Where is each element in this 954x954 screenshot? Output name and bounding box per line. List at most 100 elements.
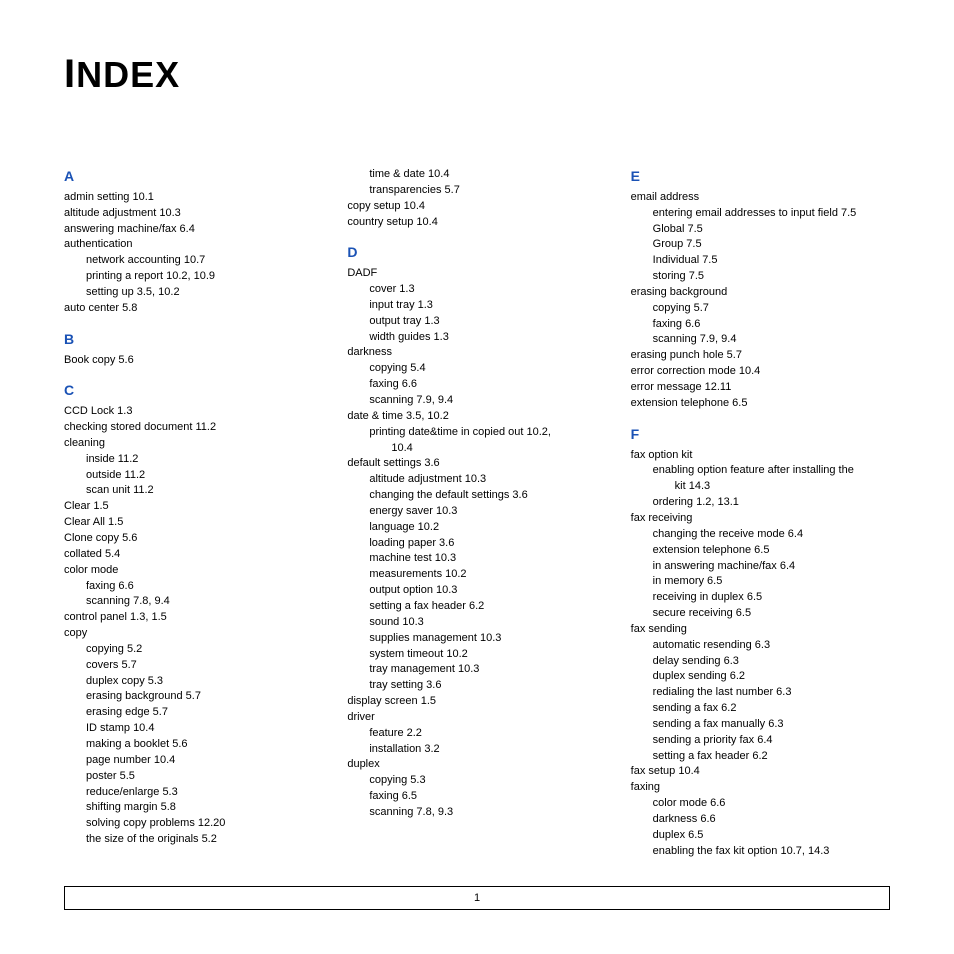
index-entry: entering email addresses to input field … <box>631 206 890 221</box>
index-entry: email address <box>631 190 890 205</box>
index-letter-heading: E <box>631 167 890 186</box>
index-entry: faxing <box>631 780 890 795</box>
index-entry: solving copy problems 12.20 <box>64 816 323 831</box>
index-entry: erasing edge 5.7 <box>64 705 323 720</box>
index-column: time & date 10.4transparencies 5.7copy s… <box>347 167 606 860</box>
index-entry: Clone copy 5.6 <box>64 531 323 546</box>
index-entry: faxing 6.6 <box>64 579 323 594</box>
index-entry: Global 7.5 <box>631 222 890 237</box>
index-entry: output option 10.3 <box>347 583 606 598</box>
index-entry: extension telephone 6.5 <box>631 396 890 411</box>
index-entry: transparencies 5.7 <box>347 183 606 198</box>
index-entry: energy saver 10.3 <box>347 504 606 519</box>
index-entry: time & date 10.4 <box>347 167 606 182</box>
index-entry: error correction mode 10.4 <box>631 364 890 379</box>
index-letter-heading: B <box>64 330 323 349</box>
index-entry: redialing the last number 6.3 <box>631 685 890 700</box>
index-entry: cover 1.3 <box>347 282 606 297</box>
index-entry: outside 11.2 <box>64 468 323 483</box>
index-entry: color mode <box>64 563 323 578</box>
index-entry: loading paper 3.6 <box>347 536 606 551</box>
index-entry: answering machine/fax 6.4 <box>64 222 323 237</box>
index-entry: page number 10.4 <box>64 753 323 768</box>
index-entry: supplies management 10.3 <box>347 631 606 646</box>
index-entry: erasing punch hole 5.7 <box>631 348 890 363</box>
index-letter-heading: F <box>631 425 890 444</box>
index-entry: ID stamp 10.4 <box>64 721 323 736</box>
index-entry: printing date&time in copied out 10.2, <box>347 425 606 440</box>
index-entry: sending a priority fax 6.4 <box>631 733 890 748</box>
index-entry: authentication <box>64 237 323 252</box>
index-entry: duplex copy 5.3 <box>64 674 323 689</box>
index-entry: copying 5.7 <box>631 301 890 316</box>
index-entry: country setup 10.4 <box>347 215 606 230</box>
index-entry: language 10.2 <box>347 520 606 535</box>
index-entry: fax option kit <box>631 448 890 463</box>
index-entry: covers 5.7 <box>64 658 323 673</box>
index-entry: input tray 1.3 <box>347 298 606 313</box>
index-entry: faxing 6.5 <box>347 789 606 804</box>
index-entry: Clear All 1.5 <box>64 515 323 530</box>
index-entry: default settings 3.6 <box>347 456 606 471</box>
index-entry: sending a fax manually 6.3 <box>631 717 890 732</box>
index-entry: setting a fax header 6.2 <box>631 749 890 764</box>
index-entry: display screen 1.5 <box>347 694 606 709</box>
page-number: 1 <box>474 892 480 904</box>
index-entry: enabling option feature after installing… <box>631 463 890 478</box>
index-entry: automatic resending 6.3 <box>631 638 890 653</box>
index-columns: Aadmin setting 10.1altitude adjustment 1… <box>64 167 890 860</box>
index-entry: making a booklet 5.6 <box>64 737 323 752</box>
index-entry: setting a fax header 6.2 <box>347 599 606 614</box>
page-title: INDEX <box>64 52 890 97</box>
index-entry: Group 7.5 <box>631 237 890 252</box>
index-entry: machine test 10.3 <box>347 551 606 566</box>
index-entry: cleaning <box>64 436 323 451</box>
index-entry: copy <box>64 626 323 641</box>
index-entry: changing the default settings 3.6 <box>347 488 606 503</box>
index-entry: secure receiving 6.5 <box>631 606 890 621</box>
index-letter-heading: A <box>64 167 323 186</box>
index-entry: duplex <box>347 757 606 772</box>
index-entry: fax sending <box>631 622 890 637</box>
index-column: Aadmin setting 10.1altitude adjustment 1… <box>64 167 323 860</box>
index-entry: kit 14.3 <box>631 479 890 494</box>
index-entry: altitude adjustment 10.3 <box>64 206 323 221</box>
index-entry: collated 5.4 <box>64 547 323 562</box>
index-entry: altitude adjustment 10.3 <box>347 472 606 487</box>
index-entry: printing a report 10.2, 10.9 <box>64 269 323 284</box>
index-entry: Clear 1.5 <box>64 499 323 514</box>
index-entry: extension telephone 6.5 <box>631 543 890 558</box>
index-entry: duplex sending 6.2 <box>631 669 890 684</box>
index-entry: storing 7.5 <box>631 269 890 284</box>
index-entry: enabling the fax kit option 10.7, 14.3 <box>631 844 890 859</box>
title-rest: NDEX <box>76 54 180 95</box>
index-entry: feature 2.2 <box>347 726 606 741</box>
index-entry: scan unit 11.2 <box>64 483 323 498</box>
index-entry: copy setup 10.4 <box>347 199 606 214</box>
index-entry: faxing 6.6 <box>347 377 606 392</box>
index-entry: width guides 1.3 <box>347 330 606 345</box>
index-entry: scanning 7.8, 9.3 <box>347 805 606 820</box>
index-entry: driver <box>347 710 606 725</box>
index-entry: copying 5.4 <box>347 361 606 376</box>
index-entry: scanning 7.8, 9.4 <box>64 594 323 609</box>
index-entry: erasing background <box>631 285 890 300</box>
index-entry: receiving in duplex 6.5 <box>631 590 890 605</box>
index-entry: erasing background 5.7 <box>64 689 323 704</box>
index-entry: network accounting 10.7 <box>64 253 323 268</box>
index-entry: auto center 5.8 <box>64 301 323 316</box>
index-entry: poster 5.5 <box>64 769 323 784</box>
index-entry: in answering machine/fax 6.4 <box>631 559 890 574</box>
index-entry: darkness 6.6 <box>631 812 890 827</box>
index-entry: the size of the originals 5.2 <box>64 832 323 847</box>
index-column: Eemail addressentering email addresses t… <box>631 167 890 860</box>
index-entry: reduce/enlarge 5.3 <box>64 785 323 800</box>
title-cap: I <box>64 52 76 96</box>
index-entry: delay sending 6.3 <box>631 654 890 669</box>
index-letter-heading: D <box>347 243 606 262</box>
index-entry: Book copy 5.6 <box>64 353 323 368</box>
index-entry: sending a fax 6.2 <box>631 701 890 716</box>
index-entry: output tray 1.3 <box>347 314 606 329</box>
index-entry: inside 11.2 <box>64 452 323 467</box>
index-entry: error message 12.11 <box>631 380 890 395</box>
